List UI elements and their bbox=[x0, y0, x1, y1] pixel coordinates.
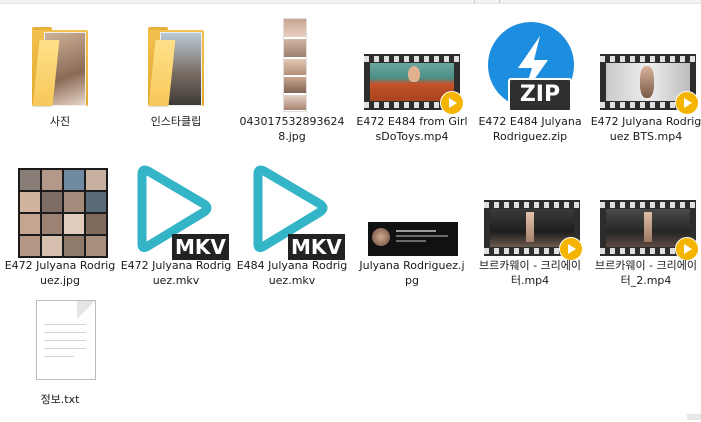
top-edge bbox=[0, 0, 701, 4]
file-name: E472 E484 from GirlsDoToys.mp4 bbox=[356, 115, 468, 143]
mkv-badge: MKV bbox=[288, 234, 345, 260]
file-item[interactable]: 정보.txt bbox=[4, 292, 116, 422]
video-thumbnail bbox=[474, 162, 586, 261]
column-divider bbox=[474, 0, 475, 3]
zip-icon: ZIP bbox=[474, 18, 586, 114]
file-item[interactable]: Julyana Rodriguez.jpg bbox=[356, 162, 468, 292]
mkv-icon: MKV bbox=[120, 162, 232, 260]
file-name: Julyana Rodriguez.jpg bbox=[359, 259, 465, 287]
file-item[interactable]: 사진 bbox=[4, 18, 116, 148]
video-thumbnail bbox=[590, 162, 701, 261]
video-thumbnail bbox=[590, 18, 701, 115]
text-document-icon bbox=[4, 292, 116, 384]
file-name: E484 Julyana Rodriguez.mkv bbox=[236, 259, 348, 287]
file-item[interactable]: 인스타클립 bbox=[120, 18, 232, 148]
file-item[interactable]: ZIP E472 E484 Julyana Rodriguez.zip bbox=[474, 18, 586, 148]
scrollbar-corner[interactable] bbox=[687, 414, 701, 420]
file-name: E472 Julyana Rodriguez.mkv bbox=[120, 259, 232, 287]
image-thumbnail bbox=[236, 18, 348, 114]
file-item[interactable]: E472 E484 from GirlsDoToys.mp4 bbox=[356, 18, 468, 148]
image-thumbnail bbox=[4, 162, 116, 258]
file-name: 브르카웨이 - 크리에이터.mp4 bbox=[478, 259, 582, 287]
file-item[interactable]: E472 Julyana Rodriguez BTS.mp4 bbox=[590, 18, 701, 148]
file-item[interactable]: E472 Julyana Rodriguez.jpg bbox=[4, 162, 116, 292]
file-name: E472 Julyana Rodriguez.jpg bbox=[4, 259, 116, 287]
file-item[interactable]: MKV E472 Julyana Rodriguez.mkv bbox=[120, 162, 232, 292]
image-thumbnail bbox=[356, 162, 468, 258]
file-name: 정보.txt bbox=[40, 393, 80, 406]
file-name: E472 E484 Julyana Rodriguez.zip bbox=[478, 115, 582, 143]
column-divider bbox=[499, 0, 500, 3]
file-item[interactable]: 브르카웨이 - 크리에이터.mp4 bbox=[474, 162, 586, 292]
file-name: E472 Julyana Rodriguez BTS.mp4 bbox=[590, 115, 701, 143]
file-item[interactable]: 0430175328936248.jpg bbox=[236, 18, 348, 148]
folder-icon bbox=[4, 18, 116, 114]
file-name: 브르카웨이 - 크리에이터_2.mp4 bbox=[594, 259, 698, 287]
file-name: 인스타클립 bbox=[150, 115, 202, 128]
zip-badge: ZIP bbox=[508, 78, 572, 112]
file-item[interactable]: 브르카웨이 - 크리에이터_2.mp4 bbox=[590, 162, 701, 292]
file-name: 0430175328936248.jpg bbox=[239, 115, 345, 143]
folder-icon bbox=[120, 18, 232, 114]
video-thumbnail bbox=[356, 18, 468, 115]
file-name: 사진 bbox=[49, 115, 71, 128]
mkv-badge: MKV bbox=[172, 234, 229, 260]
file-item[interactable]: MKV E484 Julyana Rodriguez.mkv bbox=[236, 162, 348, 292]
mkv-icon: MKV bbox=[236, 162, 348, 260]
